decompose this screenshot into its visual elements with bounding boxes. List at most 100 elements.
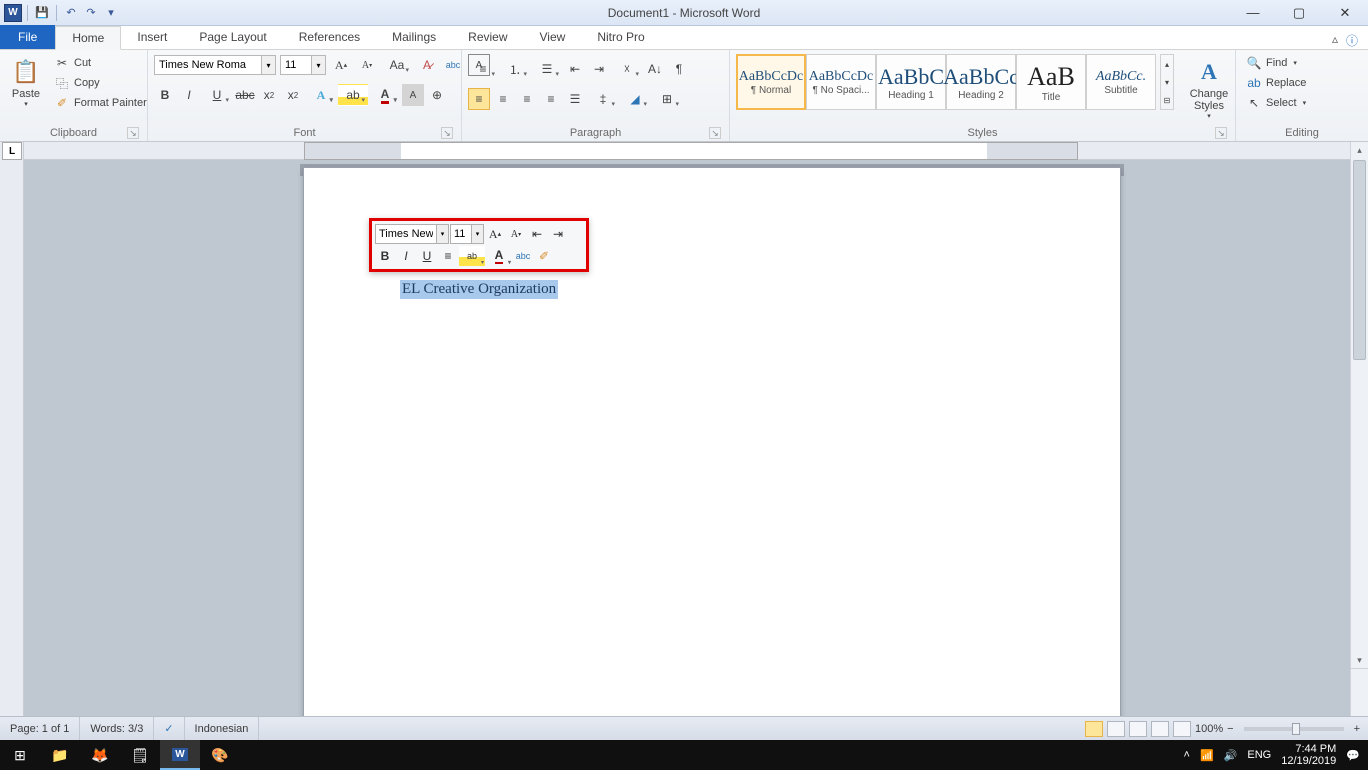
mini-increase-indent[interactable]: ⇥ (548, 224, 568, 244)
font-name-drop[interactable]: ▾ (262, 55, 276, 75)
mini-underline[interactable]: U (417, 246, 437, 266)
qat-customize[interactable]: ▾ (102, 4, 120, 22)
taskbar-firefox[interactable]: 🦊 (80, 740, 120, 770)
sort-button[interactable]: A↓ (644, 58, 666, 80)
tray-notifications-icon[interactable]: 💬 (1346, 749, 1360, 762)
font-name-input[interactable] (154, 55, 262, 75)
style-scroll-down[interactable]: ▾ (1161, 73, 1173, 91)
find-button[interactable]: 🔍Find▾ (1242, 54, 1310, 72)
clear-formatting-button[interactable]: A̷ (416, 54, 438, 76)
text-effects-button[interactable]: A (306, 84, 336, 106)
asian-layout-button[interactable]: ☓ (612, 58, 642, 80)
mini-shrink-font[interactable]: A▾ (506, 224, 526, 244)
mini-format-painter[interactable]: ✐ (534, 246, 554, 266)
mini-font-size[interactable] (450, 224, 472, 244)
mini-font-drop[interactable]: ▾ (437, 224, 449, 244)
tray-chevron-icon[interactable]: ˄ (1184, 749, 1190, 761)
format-painter-button[interactable]: ✐Format Painter (50, 94, 151, 112)
mini-styles[interactable]: abc (513, 246, 533, 266)
tab-references[interactable]: References (283, 25, 376, 49)
paragraph-launcher[interactable]: ↘ (709, 127, 721, 139)
zoom-level[interactable]: 100% (1195, 723, 1223, 735)
taskbar-paint[interactable]: 🎨 (200, 740, 240, 770)
scroll-down-icon[interactable]: ▾ (1351, 652, 1368, 668)
mini-font-color[interactable]: A (486, 246, 512, 266)
help-icon[interactable]: ⓘ (1346, 32, 1358, 49)
tab-page-layout[interactable]: Page Layout (183, 25, 282, 49)
copy-button[interactable]: ⿻Copy (50, 74, 151, 92)
style-gallery[interactable]: AaBbCcDc¶ Normal AaBbCcDc¶ No Spaci... A… (736, 54, 1156, 110)
tray-volume-icon[interactable]: 🔊 (1224, 749, 1238, 762)
view-full-screen[interactable] (1107, 721, 1125, 737)
styles-launcher[interactable]: ↘ (1215, 127, 1227, 139)
redo-button[interactable]: ↷ (82, 4, 100, 22)
status-words[interactable]: Words: 3/3 (80, 717, 154, 740)
highlight-button[interactable]: ab (338, 84, 368, 106)
align-center-button[interactable]: ≡ (492, 88, 514, 110)
style-title[interactable]: AaBTitle (1016, 54, 1086, 110)
taskbar-word[interactable]: W (160, 740, 200, 770)
word-app-icon[interactable]: W (4, 4, 22, 22)
font-color-button[interactable]: A (370, 84, 400, 106)
clipboard-launcher[interactable]: ↘ (127, 127, 139, 139)
zoom-in[interactable]: + (1354, 723, 1360, 735)
bold-button[interactable]: B (154, 84, 176, 106)
mini-highlight[interactable]: ab (459, 246, 485, 266)
superscript-button[interactable]: x2 (282, 84, 304, 106)
maximize-button[interactable]: ▢ (1276, 0, 1322, 26)
style-heading1[interactable]: AaBbCHeading 1 (876, 54, 946, 110)
tab-review[interactable]: Review (452, 25, 523, 49)
scroll-thumb[interactable] (1353, 160, 1366, 360)
enclose-button[interactable]: ⊕ (426, 84, 448, 106)
status-proofing[interactable]: ✓ (154, 717, 184, 740)
cut-button[interactable]: ✂Cut (50, 54, 151, 72)
style-no-spacing[interactable]: AaBbCcDc¶ No Spaci... (806, 54, 876, 110)
tab-selector[interactable]: L (2, 142, 22, 160)
character-shading-button[interactable]: A (402, 84, 424, 106)
change-styles-button[interactable]: A Change Styles ▾ (1182, 54, 1236, 122)
style-heading2[interactable]: AaBbCcHeading 2 (946, 54, 1016, 110)
tab-home[interactable]: Home (55, 26, 121, 50)
view-print-layout[interactable] (1085, 721, 1103, 737)
numbering-button[interactable]: ⒈ (500, 58, 530, 80)
tray-wifi-icon[interactable]: 📶 (1200, 749, 1214, 762)
justify-button[interactable]: ≡ (540, 88, 562, 110)
style-scroll-up[interactable]: ▴ (1161, 55, 1173, 73)
horizontal-ruler[interactable] (304, 142, 1078, 160)
view-draft[interactable] (1173, 721, 1191, 737)
document-scroll-area[interactable]: EL Creative Organization (24, 160, 1368, 716)
tray-clock[interactable]: 7:44 PM 12/19/2019 (1281, 743, 1336, 767)
decrease-indent-button[interactable]: ⇤ (564, 58, 586, 80)
shrink-font-button[interactable]: A▾ (356, 54, 378, 76)
mini-decrease-indent[interactable]: ⇤ (527, 224, 547, 244)
style-normal[interactable]: AaBbCcDc¶ Normal (736, 54, 806, 110)
style-more[interactable]: ⊟ (1161, 91, 1173, 109)
view-outline[interactable] (1151, 721, 1169, 737)
tab-view[interactable]: View (524, 25, 582, 49)
zoom-out[interactable]: − (1227, 723, 1233, 735)
font-launcher[interactable]: ↘ (441, 127, 453, 139)
tray-language[interactable]: ENG (1247, 749, 1271, 761)
vertical-scrollbar[interactable]: ▴ ▾ (1350, 142, 1368, 716)
replace-button[interactable]: abReplace (1242, 74, 1310, 92)
mini-center[interactable]: ≡ (438, 246, 458, 266)
start-button[interactable]: ⊞ (0, 740, 40, 770)
mini-size-drop[interactable]: ▾ (472, 224, 484, 244)
increase-indent-button[interactable]: ⇥ (588, 58, 610, 80)
tab-mailings[interactable]: Mailings (376, 25, 452, 49)
grow-font-button[interactable]: A▴ (330, 54, 352, 76)
paste-button[interactable]: 📋 Paste ▾ (6, 54, 46, 110)
minimize-ribbon-icon[interactable]: ▵ (1332, 32, 1338, 49)
zoom-slider[interactable] (1244, 727, 1344, 731)
selected-text[interactable]: EL Creative Organization (400, 280, 558, 299)
show-hide-button[interactable]: ¶ (668, 58, 690, 80)
tab-insert[interactable]: Insert (121, 25, 183, 49)
borders-button[interactable]: ⊞ (652, 88, 682, 110)
bullets-button[interactable]: ≡ (468, 58, 498, 80)
scroll-up-icon[interactable]: ▴ (1351, 142, 1368, 158)
align-left-button[interactable]: ≡ (468, 88, 490, 110)
tab-nitro-pro[interactable]: Nitro Pro (581, 25, 660, 49)
file-tab[interactable]: File (0, 25, 55, 49)
status-page[interactable]: Page: 1 of 1 (0, 717, 80, 740)
style-subtitle[interactable]: AaBbCc.Subtitle (1086, 54, 1156, 110)
